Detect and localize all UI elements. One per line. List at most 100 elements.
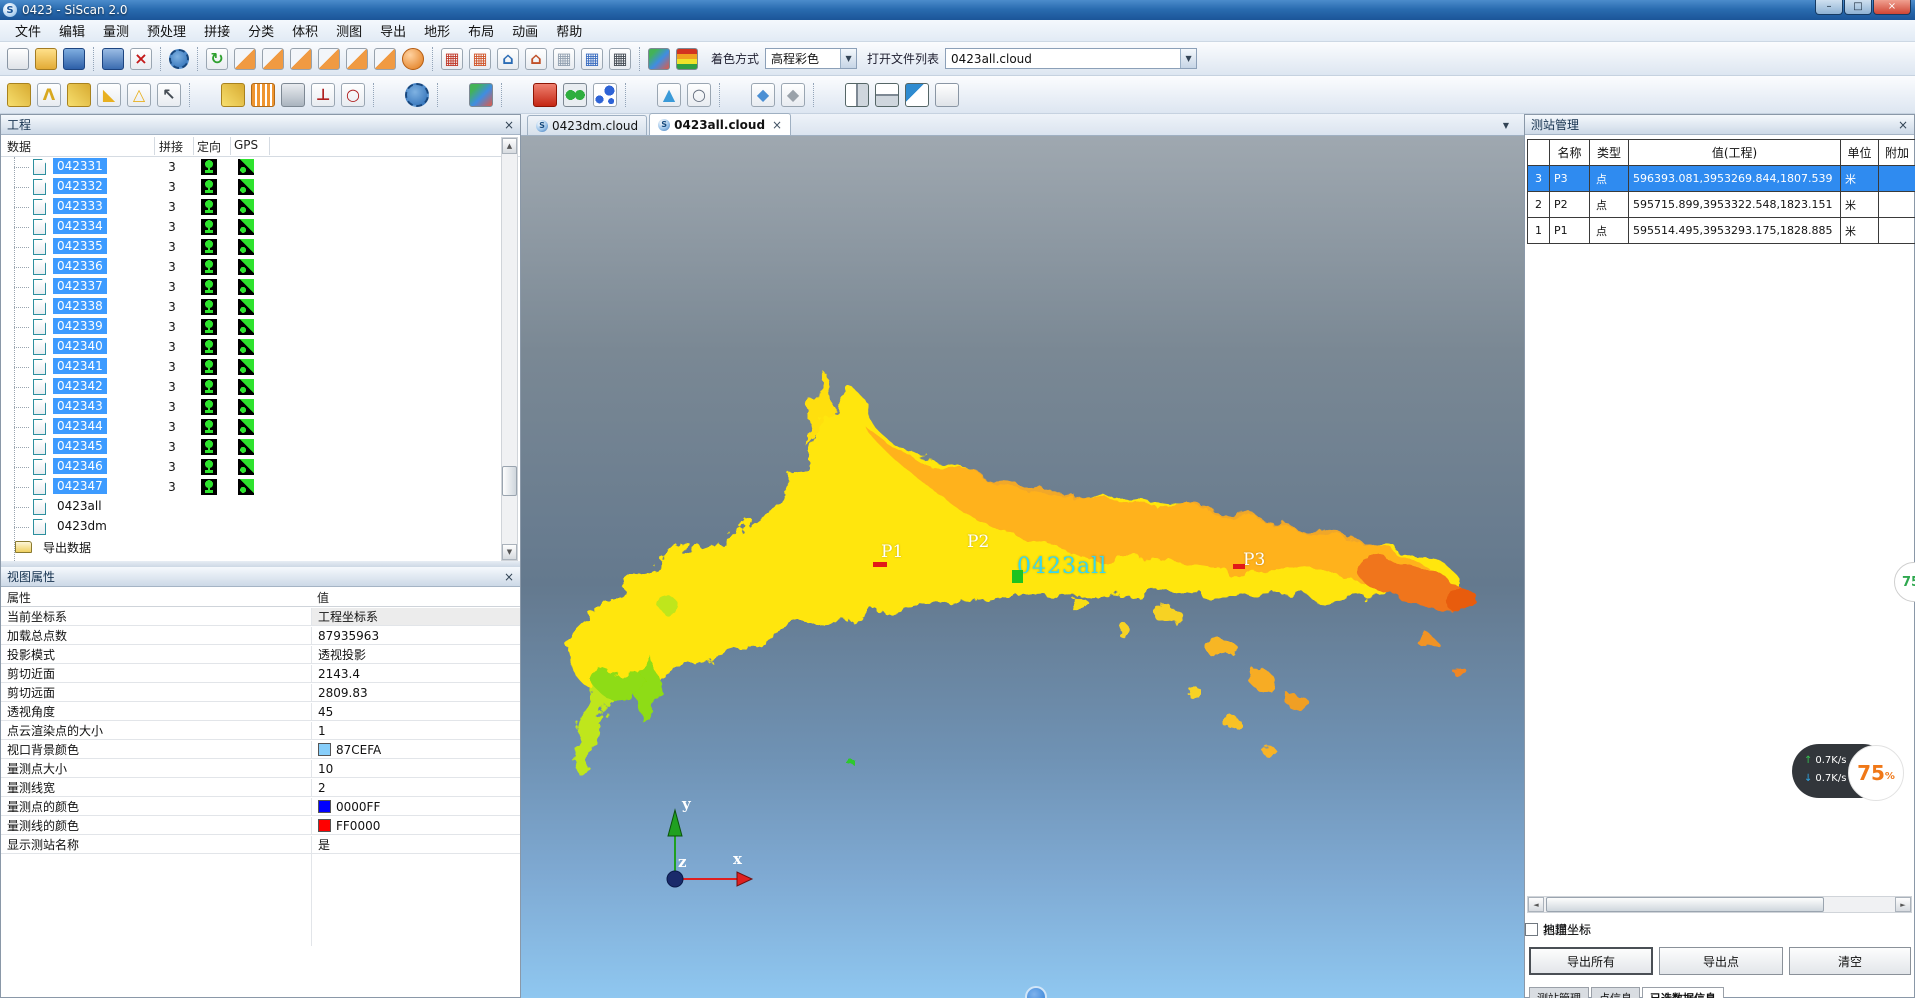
menu-item[interactable]: 拼接 <box>195 19 239 42</box>
station-row[interactable]: 2 P2 点 595715.899,3953322.548,1823.151 米 <box>1528 192 1915 218</box>
color-layers-icon[interactable] <box>676 48 698 70</box>
close-button[interactable]: × <box>1873 0 1911 15</box>
scan-tree-row[interactable]: 042331 3 <box>1 157 500 177</box>
prop-row[interactable]: 量测线宽 2 <box>1 778 520 797</box>
scroll-thumb[interactable] <box>1546 897 1824 912</box>
cloud-tree-row[interactable]: 0423dm <box>1 517 500 537</box>
prop-row[interactable]: 视口背景颜色 87CEFA <box>1 740 520 759</box>
settings-gear-icon[interactable] <box>169 49 189 69</box>
coloring-caret-icon[interactable]: ▼ <box>840 49 856 68</box>
tab-label[interactable]: 0423all.cloud <box>674 118 765 132</box>
scan-tree-row[interactable]: 042334 3 <box>1 217 500 237</box>
scan-tree-row[interactable]: 042347 3 <box>1 477 500 497</box>
menu-item[interactable]: 导出 <box>371 19 415 42</box>
scan-name[interactable]: 042333 <box>53 198 107 214</box>
menu-item[interactable]: 预处理 <box>138 19 195 42</box>
scan-name[interactable]: 042340 <box>53 338 107 354</box>
cube-view-2-icon[interactable] <box>262 48 284 70</box>
scan-tree-row[interactable]: 042338 3 <box>1 297 500 317</box>
scan-name[interactable]: 042338 <box>53 298 107 314</box>
delete-history-icon[interactable]: ○ <box>341 83 365 107</box>
scan-tree-row[interactable]: 042340 3 <box>1 337 500 357</box>
scan-tree-row[interactable]: 042342 3 <box>1 377 500 397</box>
cloud-tree-row[interactable]: 0423all <box>1 497 500 517</box>
project-close-icon[interactable]: × <box>504 118 514 132</box>
split-grid-icon[interactable] <box>875 83 899 107</box>
menu-item[interactable]: 动画 <box>503 19 547 42</box>
clear-button[interactable]: 清空 <box>1789 947 1911 975</box>
tab-label[interactable]: 0423dm.cloud <box>552 119 638 133</box>
scan-tree-row[interactable]: 042346 3 <box>1 457 500 477</box>
scan-tree-row[interactable]: 042335 3 <box>1 237 500 257</box>
station-hscrollbar[interactable]: ◄ ► <box>1527 896 1912 913</box>
title-bar[interactable]: S 0423 - SiScan 2.0 – □ × <box>0 0 1915 20</box>
scroll-up-icon[interactable]: ▲ <box>502 138 517 154</box>
prop-row[interactable]: 剪切远面 2809.83 <box>1 683 520 702</box>
export-folder-name[interactable]: 导出数据 <box>39 538 95 557</box>
menu-item[interactable]: 帮助 <box>547 19 591 42</box>
station-close-icon[interactable]: × <box>1898 118 1908 132</box>
terrain-color-icon[interactable] <box>648 48 670 70</box>
scan-name[interactable]: 042343 <box>53 398 107 414</box>
refresh-icon[interactable]: ↻ <box>206 48 228 70</box>
scan-tree-row[interactable]: 042337 3 <box>1 277 500 297</box>
render-view[interactable]: P1 P2 P3 0423all y x z <box>521 136 1524 998</box>
prop-row[interactable]: 透视角度 45 <box>1 702 520 721</box>
copy-pages-icon[interactable] <box>905 83 929 107</box>
menu-item[interactable]: 量测 <box>94 19 138 42</box>
house-blue-icon[interactable]: ⌂ <box>497 48 519 70</box>
cloud-name[interactable]: 0423all <box>53 498 106 514</box>
save-all-icon[interactable] <box>102 48 124 70</box>
prop-row[interactable]: 点云渲染点的大小 1 <box>1 721 520 740</box>
scan-name[interactable]: 042341 <box>53 358 107 374</box>
scroll-down-icon[interactable]: ▼ <box>502 544 517 560</box>
pliers-icon[interactable] <box>281 83 305 107</box>
scan-tree-row[interactable]: 042333 3 <box>1 197 500 217</box>
percent-circle-widget[interactable]: 75 % <box>1848 745 1904 801</box>
gem-blue-icon[interactable]: ◆ <box>751 83 775 107</box>
prop-row[interactable]: 剪切近面 2143.4 <box>1 664 520 683</box>
scroll-thumb[interactable] <box>502 466 517 496</box>
scan-name[interactable]: 042344 <box>53 418 107 434</box>
station-name[interactable]: P1 <box>1550 218 1590 244</box>
scroll-left-icon[interactable]: ◄ <box>1528 897 1544 912</box>
binocular-icon[interactable] <box>563 83 587 107</box>
cloud-tab[interactable]: S 0423all.cloud × <box>649 113 791 135</box>
cube-view-1-icon[interactable] <box>234 48 256 70</box>
menu-item[interactable]: 测图 <box>327 19 371 42</box>
split-vertical-icon[interactable] <box>845 83 869 107</box>
scan-name[interactable]: 042346 <box>53 458 107 474</box>
tree-scrollbar[interactable]: ▲ ▼ <box>501 137 518 561</box>
file-list-caret-icon[interactable]: ▼ <box>1180 49 1196 68</box>
save-icon[interactable] <box>63 48 85 70</box>
gem-gray-icon[interactable]: ◆ <box>781 83 805 107</box>
grid-select-icon[interactable]: ▦ <box>609 48 631 70</box>
bottom-tab[interactable]: 点信息 <box>1591 987 1640 998</box>
delete-icon[interactable]: × <box>130 48 152 70</box>
export-all-button[interactable]: 导出所有 <box>1529 947 1653 975</box>
scan-tree-row[interactable]: 042344 3 <box>1 417 500 437</box>
export-points-button[interactable]: 导出点 <box>1659 947 1783 975</box>
scan-name[interactable]: 042331 <box>53 158 107 174</box>
process-gear-icon[interactable] <box>405 83 429 107</box>
station-name[interactable]: P3 <box>1550 166 1590 192</box>
station-name[interactable]: P2 <box>1550 192 1590 218</box>
scan-name[interactable]: 042337 <box>53 278 107 294</box>
cube-view-6-icon[interactable] <box>374 48 396 70</box>
new-page-icon[interactable] <box>935 83 959 107</box>
menu-item[interactable]: 地形 <box>415 19 459 42</box>
menu-item[interactable]: 体积 <box>283 19 327 42</box>
cube-view-5-icon[interactable] <box>346 48 368 70</box>
scroll-right-icon[interactable]: ► <box>1895 897 1911 912</box>
cloud-brush-icon[interactable] <box>469 83 493 107</box>
cube-view-3-icon[interactable] <box>290 48 312 70</box>
scan-tree-row[interactable]: 042341 3 <box>1 357 500 377</box>
scan-name[interactable]: 042339 <box>53 318 107 334</box>
scan-tree-row[interactable]: 042336 3 <box>1 257 500 277</box>
tab-close-icon[interactable]: × <box>772 118 782 132</box>
brush-icon[interactable] <box>221 83 245 107</box>
open-folder-icon[interactable] <box>35 48 57 70</box>
minimize-button[interactable]: – <box>1815 0 1843 15</box>
new-file-icon[interactable] <box>7 48 29 70</box>
view-properties-close-icon[interactable]: × <box>504 570 514 584</box>
